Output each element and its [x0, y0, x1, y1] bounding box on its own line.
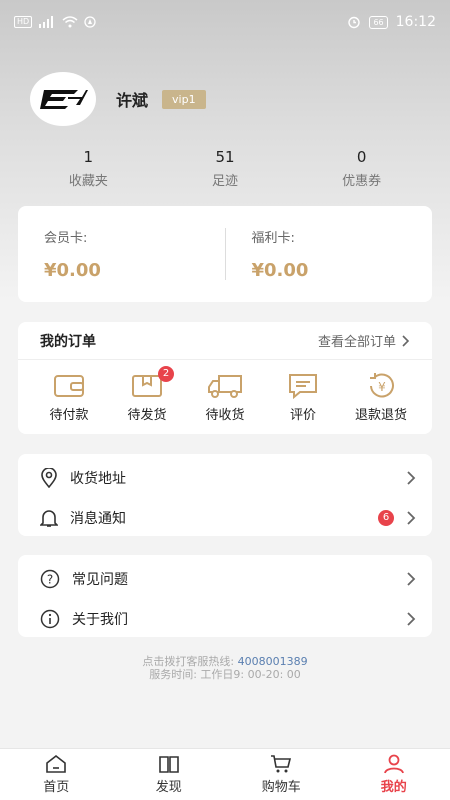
customer-service-hotline[interactable]: 点击拨打客服热线: 4008001389 服务时间: 工作日9: 00-20: … — [0, 655, 450, 681]
hd-indicator: HD — [14, 16, 33, 28]
book-icon — [158, 756, 179, 773]
battery-icon: 66 — [369, 15, 388, 29]
tab-label: 首页 — [43, 780, 70, 795]
hotline-label: 点击拨打客服热线: — [142, 655, 235, 668]
profile-header: 许斌 vip1 — [30, 72, 206, 126]
tab-label: 购物车 — [261, 780, 301, 795]
stat-footprints[interactable]: 51 足迹 — [165, 148, 285, 189]
notification-count-badge: 6 — [378, 510, 394, 526]
order-refund[interactable]: ¥ 退款退货 — [342, 372, 420, 423]
location-icon — [41, 468, 57, 488]
welfare-card-label: 福利卡: — [251, 231, 295, 246]
member-card[interactable]: 会员卡: ¥0.00 — [18, 227, 225, 281]
cart-icon — [271, 755, 292, 773]
wallet-card: 会员卡: ¥0.00 福利卡: ¥0.00 — [18, 206, 432, 302]
pending-shipment-badge: 2 — [158, 366, 174, 382]
view-all-orders-link[interactable]: 查看全部订单 — [318, 331, 410, 350]
stat-favorites[interactable]: 1 收藏夹 — [28, 148, 148, 189]
status-bar: HD 66 16:12 — [0, 0, 450, 44]
orders-header: 我的订单 查看全部订单 — [18, 322, 432, 360]
order-label: 评价 — [289, 408, 316, 423]
chevron-right-icon — [407, 471, 416, 485]
order-label: 退款退货 — [354, 408, 407, 423]
clock: 16:12 — [395, 14, 436, 30]
stats-row: 1 收藏夹 51 足迹 0 优惠券 — [0, 148, 450, 189]
tab-label: 发现 — [155, 780, 182, 795]
tab-discover[interactable]: 发现 — [124, 754, 214, 795]
tab-mine[interactable]: 我的 — [349, 754, 439, 795]
svg-text:?: ? — [47, 573, 53, 587]
menu-item-label: 消息通知 — [70, 511, 126, 527]
tab-cart[interactable]: 购物车 — [236, 754, 326, 795]
location-status-icon — [84, 16, 96, 28]
bell-icon — [40, 510, 58, 527]
orders-title: 我的订单 — [40, 333, 96, 350]
view-all-orders-label: 查看全部订单 — [317, 335, 396, 350]
stat-label: 收藏夹 — [68, 174, 108, 189]
info-icon — [40, 609, 60, 629]
chevron-right-icon — [407, 511, 416, 525]
truck-icon — [208, 375, 242, 398]
bottom-tab-bar: 首页 发现 购物车 我的 — [0, 748, 450, 800]
refund-icon: ¥ — [370, 373, 394, 398]
wallet-icon — [54, 375, 84, 397]
chevron-right-icon — [407, 612, 416, 626]
question-icon: ? — [40, 569, 60, 589]
stat-coupons[interactable]: 0 优惠券 — [302, 148, 422, 189]
order-label: 待付款 — [49, 408, 89, 423]
wifi-icon — [62, 16, 78, 28]
menu-item-label: 关于我们 — [72, 612, 128, 628]
home-icon — [46, 754, 67, 773]
menu-item-address[interactable]: 收货地址 — [18, 458, 432, 498]
orders-card: 我的订单 查看全部订单 待付款 2 待发货 待收货 评价 ¥ 退款退货 — [18, 322, 432, 434]
hotline-phone[interactable]: 4008001389 — [238, 655, 308, 668]
stat-label: 优惠券 — [342, 174, 382, 189]
user-icon — [383, 754, 404, 774]
svg-text:¥: ¥ — [378, 380, 386, 394]
order-review[interactable]: 评价 — [264, 372, 342, 423]
menu-item-label: 常见问题 — [72, 572, 128, 588]
stat-value: 0 — [356, 148, 367, 166]
signal-icon — [39, 16, 54, 28]
stat-value: 51 — [215, 148, 235, 166]
member-card-label: 会员卡: — [44, 231, 88, 246]
chevron-right-icon — [407, 572, 416, 586]
menu-item-notifications[interactable]: 消息通知 6 — [18, 498, 432, 538]
order-pending-shipment[interactable]: 2 待发货 — [108, 366, 186, 423]
tab-home[interactable]: 首页 — [11, 754, 101, 795]
order-label: 待发货 — [127, 408, 167, 423]
stat-value: 1 — [83, 148, 94, 166]
member-card-amount: ¥0.00 — [44, 260, 101, 281]
tab-label: 我的 — [380, 780, 407, 795]
menu-item-about[interactable]: 关于我们 — [18, 599, 432, 639]
alarm-icon — [348, 16, 361, 29]
order-status-row: 待付款 2 待发货 待收货 评价 ¥ 退款退货 — [18, 360, 432, 423]
comment-icon — [289, 374, 317, 400]
brand-logo-icon — [40, 90, 88, 109]
service-hours: 服务时间: 工作日9: 00-20: 00 — [149, 668, 301, 681]
menu-item-label: 收货地址 — [70, 471, 126, 487]
order-pending-receipt[interactable]: 待收货 — [186, 372, 264, 423]
avatar[interactable] — [30, 72, 96, 126]
menu-card-2: ? 常见问题 关于我们 — [18, 555, 432, 637]
menu-item-faq[interactable]: ? 常见问题 — [18, 559, 432, 599]
menu-card-1: 收货地址 消息通知 6 — [18, 454, 432, 536]
welfare-card[interactable]: 福利卡: ¥0.00 — [226, 227, 433, 281]
vip-badge: vip1 — [162, 89, 206, 109]
order-pending-payment[interactable]: 待付款 — [30, 372, 108, 423]
stat-label: 足迹 — [211, 174, 238, 189]
username: 许斌 — [116, 91, 149, 110]
order-label: 待收货 — [205, 408, 245, 423]
welfare-card-amount: ¥0.00 — [251, 260, 309, 281]
chevron-right-icon — [402, 334, 410, 347]
